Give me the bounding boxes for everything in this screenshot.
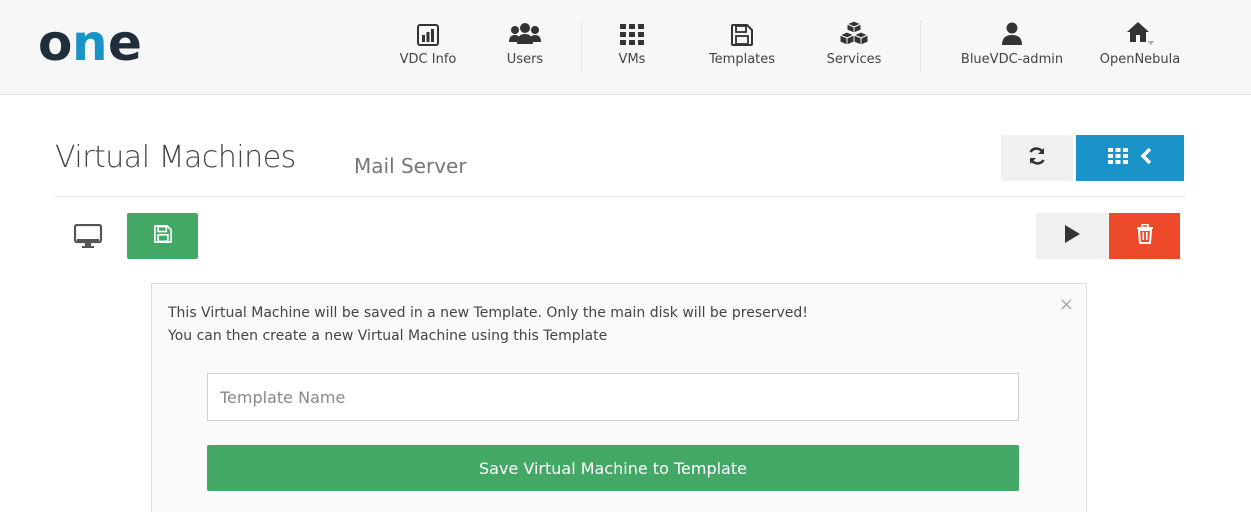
panel-message-line-1: This Virtual Machine will be saved in a … xyxy=(168,305,808,321)
nav-label-templates: Templates xyxy=(708,52,776,67)
nav-zone-menu[interactable]: OpenNebula xyxy=(1095,16,1185,84)
close-icon[interactable]: × xyxy=(1059,294,1074,315)
monitor-icon[interactable] xyxy=(73,223,104,250)
page-subtitle: Mail Server xyxy=(354,154,467,178)
svg-text:o: o xyxy=(38,20,71,68)
grid-icon xyxy=(620,16,644,46)
play-button[interactable] xyxy=(1036,213,1108,259)
template-name-input[interactable] xyxy=(207,373,1019,421)
nav-vdc-info[interactable]: VDC Info xyxy=(397,16,459,84)
page-title: Virtual Machines xyxy=(55,140,296,175)
panel-message-line-2: You can then create a new Virtual Machin… xyxy=(168,328,608,344)
nav-vms[interactable]: VMs xyxy=(612,16,652,84)
nav-templates[interactable]: Templates xyxy=(702,16,782,84)
nav-user-menu[interactable]: BlueVDC-admin xyxy=(954,16,1070,84)
refresh-button[interactable] xyxy=(1001,135,1073,181)
users-icon xyxy=(508,16,542,46)
delete-button[interactable] xyxy=(1109,213,1180,259)
opennebula-logo[interactable]: o n e xyxy=(38,20,178,68)
chevron-left-icon xyxy=(1140,147,1152,169)
user-icon xyxy=(1001,16,1023,46)
nav-users[interactable]: Users xyxy=(497,16,553,84)
bar-chart-icon xyxy=(417,16,439,46)
floppy-disk-icon xyxy=(153,224,172,247)
refresh-icon xyxy=(1027,146,1047,170)
play-icon xyxy=(1063,224,1081,248)
nav-label-vms: VMs xyxy=(618,52,646,67)
nav-divider xyxy=(920,20,921,72)
nav-services[interactable]: Services xyxy=(824,16,884,84)
nav-label-user: BlueVDC-admin xyxy=(960,52,1064,67)
home-icon xyxy=(1125,16,1155,46)
nav-divider xyxy=(581,20,582,72)
grid-icon xyxy=(1108,148,1128,168)
title-divider xyxy=(55,196,1185,197)
nav-label-users: Users xyxy=(506,52,544,67)
save-as-template-button[interactable] xyxy=(127,213,198,259)
svg-text:n: n xyxy=(72,20,105,68)
nav-label-services: Services xyxy=(826,52,882,67)
save-template-panel: This Virtual Machine will be saved in a … xyxy=(151,283,1087,512)
save-vm-to-template-button[interactable]: Save Virtual Machine to Template xyxy=(207,445,1019,491)
view-toggle-button[interactable] xyxy=(1076,135,1184,181)
nav-label-zone: OpenNebula xyxy=(1099,52,1181,67)
nav-label-vdc-info: VDC Info xyxy=(399,52,457,67)
cubes-icon xyxy=(838,16,870,46)
floppy-disk-icon xyxy=(731,16,753,46)
panel-message: This Virtual Machine will be saved in a … xyxy=(168,302,808,348)
top-header: o n e VDC Info Users VMs Templates Servi… xyxy=(0,0,1251,95)
svg-text:e: e xyxy=(108,20,140,68)
trash-icon xyxy=(1136,223,1154,248)
